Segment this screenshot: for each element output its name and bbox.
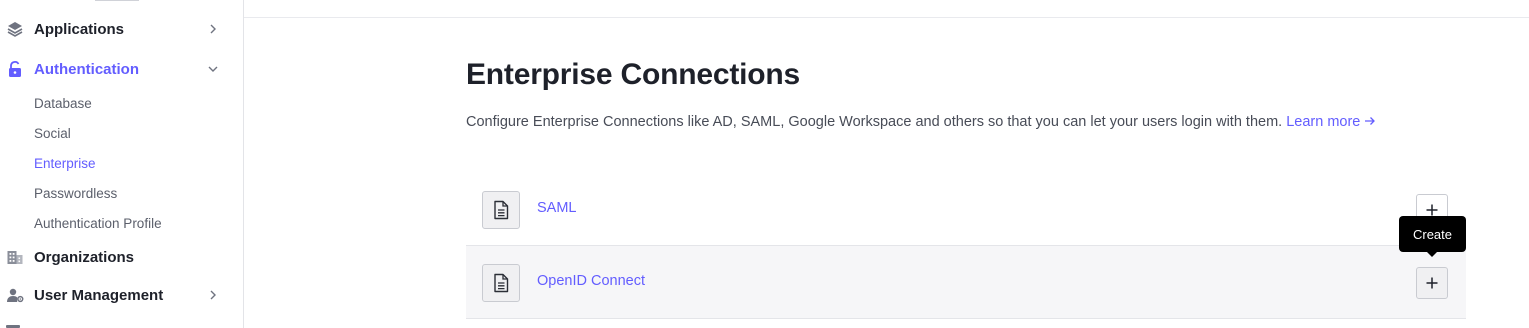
sidebar-subitem-authentication-profile[interactable]: Authentication Profile <box>34 214 162 234</box>
sidebar-item-label: Organizations <box>34 248 135 266</box>
page-description: Configure Enterprise Connections like AD… <box>466 114 1376 130</box>
document-icon <box>482 264 520 302</box>
sidebar-item-user-management[interactable]: User Management <box>0 278 243 312</box>
chevron-down-icon <box>208 66 218 72</box>
user-gear-icon <box>6 286 24 304</box>
connection-row-openid-connect[interactable]: OpenID Connect <box>466 246 1466 319</box>
lock-icon <box>6 60 24 78</box>
connection-name-link[interactable]: SAML <box>537 200 577 216</box>
sidebar-subitem-social[interactable]: Social <box>34 124 71 144</box>
sidebar-subitem-database[interactable]: Database <box>34 94 92 114</box>
chevron-right-icon <box>210 24 216 34</box>
create-tooltip: Create <box>1399 216 1466 257</box>
arrow-right-icon <box>1365 117 1376 125</box>
sidebar-subitem-enterprise[interactable]: Enterprise <box>34 154 96 174</box>
connection-row-saml[interactable]: SAML <box>466 174 1466 246</box>
connection-name-link[interactable]: OpenID Connect <box>537 273 645 289</box>
sidebar-item-label: Authentication <box>34 60 139 78</box>
layers-icon <box>6 20 24 38</box>
scroll-remnant <box>95 0 139 1</box>
sidebar-item-organizations[interactable]: Organizations <box>0 240 243 274</box>
header-divider <box>244 17 1529 18</box>
connection-list: SAML OpenID Connect <box>466 174 1466 319</box>
learn-more-link[interactable]: Learn more <box>1286 114 1376 130</box>
create-connection-button[interactable] <box>1416 267 1448 299</box>
description-text: Configure Enterprise Connections like AD… <box>466 114 1283 130</box>
learn-more-label: Learn more <box>1286 114 1361 130</box>
plus-icon <box>1426 204 1438 216</box>
page-title: Enterprise Connections <box>466 58 800 91</box>
sidebar-subitem-passwordless[interactable]: Passwordless <box>34 184 117 204</box>
sidebar-item-label: User Management <box>34 286 164 304</box>
chevron-right-icon <box>210 290 216 300</box>
building-icon <box>6 248 24 266</box>
sidebar-item-applications[interactable]: Applications <box>0 12 243 46</box>
sidebar-item-authentication[interactable]: Authentication <box>0 52 243 86</box>
sidebar-item-label: Applications <box>34 20 125 38</box>
sidebar: Applications Authentication Database Soc… <box>0 0 244 328</box>
document-icon <box>482 191 520 229</box>
plus-icon <box>1426 277 1438 289</box>
